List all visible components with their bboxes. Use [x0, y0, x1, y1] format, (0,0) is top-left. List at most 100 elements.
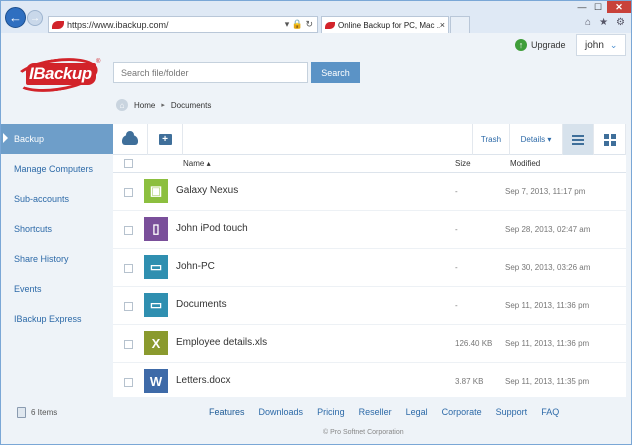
table-row[interactable]: X Employee details.xls 126.40 KB Sep 11,…: [113, 325, 626, 363]
new-folder-button[interactable]: +: [148, 124, 183, 155]
grid-view-icon: [603, 133, 616, 146]
back-button[interactable]: ←: [5, 7, 26, 28]
row-checkbox[interactable]: [124, 378, 133, 387]
computer-folder-icon: ▭: [144, 255, 168, 279]
sidebar-item-label: Sub-accounts: [14, 194, 70, 204]
details-dropdown[interactable]: Details ▾: [510, 124, 563, 155]
table-row[interactable]: ▣ Galaxy Nexus - Sep 7, 2013, 11:17 pm: [113, 173, 626, 211]
row-checkbox[interactable]: [124, 226, 133, 235]
footer-link-support[interactable]: Support: [496, 407, 528, 417]
column-header-size[interactable]: Size: [455, 159, 471, 168]
file-name[interactable]: Galaxy Nexus: [176, 185, 238, 196]
file-name[interactable]: John iPod touch: [176, 223, 248, 234]
footer-link-downloads[interactable]: Downloads: [259, 407, 304, 417]
android-icon: ▣: [144, 179, 168, 203]
file-modified: Sep 11, 2013, 11:36 pm: [505, 301, 590, 310]
settings-gear-icon[interactable]: ⚙: [616, 17, 625, 28]
list-view-button[interactable]: [563, 124, 594, 155]
file-name[interactable]: John-PC: [176, 261, 215, 272]
breadcrumb-separator: ▸: [161, 102, 165, 109]
forward-button[interactable]: →: [27, 10, 43, 26]
file-modified: Sep 30, 2013, 03:26 am: [505, 263, 591, 272]
excel-icon: X: [144, 331, 168, 355]
sidebar-item-label: Backup: [14, 134, 45, 144]
tab-favicon: [325, 21, 335, 29]
sidebar-item-label: IBackup Express: [14, 314, 82, 324]
footer-links: Features Downloads Pricing Reseller Lega…: [209, 407, 559, 417]
file-size: 126.40 KB: [455, 339, 493, 348]
footer-link-faq[interactable]: FAQ: [541, 407, 559, 417]
footer-link-corporate[interactable]: Corporate: [442, 407, 482, 417]
new-tab-button[interactable]: [450, 16, 470, 33]
column-header-modified[interactable]: Modified: [510, 159, 540, 168]
breadcrumb-home[interactable]: Home: [134, 101, 155, 110]
file-modified: Sep 7, 2013, 11:17 pm: [505, 187, 586, 196]
sidebar-item-events[interactable]: Events: [1, 274, 113, 304]
cloud-upload-icon: [122, 130, 138, 145]
row-checkbox[interactable]: [124, 264, 133, 273]
footer-link-features[interactable]: Features: [209, 407, 245, 417]
file-name[interactable]: Documents: [176, 299, 227, 310]
footer-link-reseller[interactable]: Reseller: [359, 407, 392, 417]
file-size: -: [455, 225, 458, 234]
row-checkbox[interactable]: [124, 188, 133, 197]
sidebar-item-ibackup-express[interactable]: IBackup Express: [1, 304, 113, 334]
file-size: -: [455, 301, 458, 310]
logo-text: IBackup: [26, 63, 96, 85]
sidebar-item-sub-accounts[interactable]: Sub-accounts: [1, 184, 113, 214]
trash-button[interactable]: Trash: [472, 124, 510, 155]
copyright: © Pro Softnet Corporation: [323, 429, 404, 436]
tab-title: Online Backup for PC, Mac ...: [338, 20, 440, 30]
file-toolbar: + Trash Details ▾: [113, 124, 626, 155]
close-window-button[interactable]: ✕: [607, 1, 631, 13]
breadcrumb: ⌂ Home ▸ Documents: [116, 99, 211, 111]
row-checkbox[interactable]: [124, 340, 133, 349]
ibackup-logo[interactable]: IBackup ®: [12, 53, 102, 97]
file-modified: Sep 11, 2013, 11:36 pm: [505, 339, 590, 348]
footer-link-pricing[interactable]: Pricing: [317, 407, 345, 417]
table-header: Name ▴ Size Modified: [113, 155, 626, 173]
file-list: ▣ Galaxy Nexus - Sep 7, 2013, 11:17 pm ▯…: [113, 173, 626, 397]
item-count: 6 Items: [17, 407, 57, 418]
user-menu[interactable]: john ⌄: [576, 34, 626, 56]
ipod-icon: ▯: [144, 217, 168, 241]
file-size: -: [455, 187, 458, 196]
table-row[interactable]: ▭ John-PC - Sep 30, 2013, 03:26 am: [113, 249, 626, 287]
upload-button[interactable]: [113, 124, 148, 155]
table-row[interactable]: W Letters.docx 3.87 KB Sep 11, 2013, 11:…: [113, 363, 626, 397]
sidebar-item-backup[interactable]: Backup: [1, 124, 113, 154]
browser-tab[interactable]: Online Backup for PC, Mac ... ×: [321, 16, 449, 33]
select-all-checkbox[interactable]: [124, 159, 133, 168]
footer-link-legal[interactable]: Legal: [406, 407, 428, 417]
browser-chrome: ← → https://www.ibackup.com/ ▾ 🔒 ↻ Onlin…: [1, 1, 631, 33]
search-button[interactable]: Search: [311, 62, 360, 83]
sidebar-item-manage-computers[interactable]: Manage Computers: [1, 154, 113, 184]
table-row[interactable]: ▭ Documents - Sep 11, 2013, 11:36 pm: [113, 287, 626, 325]
favorites-star-icon[interactable]: ★: [599, 17, 608, 28]
sidebar-item-shortcuts[interactable]: Shortcuts: [1, 214, 113, 244]
search-input[interactable]: [113, 62, 308, 83]
tab-close-icon[interactable]: ×: [440, 20, 445, 30]
browser-toolbar-icons: ⌂ ★ ⚙: [585, 17, 625, 28]
maximize-button[interactable]: ☐: [591, 1, 605, 13]
word-icon: W: [144, 369, 168, 393]
column-header-name[interactable]: Name ▴: [183, 159, 211, 168]
browser-window: ← → https://www.ibackup.com/ ▾ 🔒 ↻ Onlin…: [0, 0, 632, 445]
sidebar-item-label: Events: [14, 284, 42, 294]
minimize-button[interactable]: —: [575, 1, 589, 13]
sidebar: Backup Manage Computers Sub-accounts Sho…: [1, 124, 113, 334]
address-url[interactable]: https://www.ibackup.com/: [67, 20, 285, 30]
address-controls[interactable]: ▾ 🔒 ↻: [285, 19, 313, 30]
upgrade-link[interactable]: ↑ Upgrade: [515, 39, 566, 51]
home-icon[interactable]: ⌂: [585, 17, 591, 28]
home-icon[interactable]: ⌂: [116, 99, 128, 111]
row-checkbox[interactable]: [124, 302, 133, 311]
table-row[interactable]: ▯ John iPod touch - Sep 28, 2013, 02:47 …: [113, 211, 626, 249]
list-view-icon: [572, 134, 584, 145]
grid-view-button[interactable]: [594, 124, 626, 155]
file-name[interactable]: Employee details.xls: [176, 337, 267, 348]
logo-registered-mark: ®: [96, 59, 101, 65]
file-name[interactable]: Letters.docx: [176, 375, 230, 386]
sidebar-item-share-history[interactable]: Share History: [1, 244, 113, 274]
address-bar[interactable]: https://www.ibackup.com/ ▾ 🔒 ↻: [48, 16, 318, 33]
